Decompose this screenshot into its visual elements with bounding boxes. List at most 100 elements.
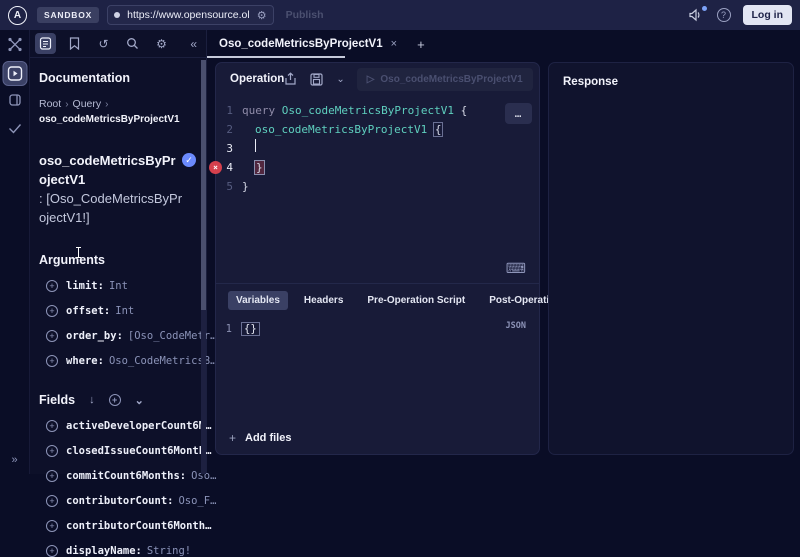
field-row[interactable]: + displayName: String! — [39, 545, 196, 557]
field-row[interactable]: + activeDeveloperCount6M… — [39, 420, 211, 432]
field-name: activeDeveloperCount6M… — [66, 420, 212, 432]
argument-row[interactable]: + order_by: [Oso_CodeMetr… — [39, 330, 216, 342]
add-argument-icon[interactable]: + — [46, 330, 58, 342]
selected-field-type[interactable]: : [Oso_CodeMetricsByProjectV1!] — [39, 189, 189, 227]
documentation-panel: ↺ ⚙ « Documentation Root › Query › oso_code… — [30, 30, 216, 557]
breadcrumb-root[interactable]: Root — [39, 98, 61, 110]
add-field-icon[interactable]: + — [46, 470, 58, 482]
close-tab-icon[interactable]: × — [391, 38, 397, 50]
response-panel: Response — [548, 62, 794, 455]
field-selected-check-icon[interactable]: ✓ — [182, 153, 196, 167]
code-line[interactable]: 2 oso_codeMetricsByProjectV1 { — [216, 120, 539, 139]
settings-gear-icon[interactable]: ⚙ — [151, 33, 172, 54]
endpoint-url-text[interactable]: https://www.opensource.ol — [127, 9, 250, 21]
documentation-tab-icon[interactable] — [35, 33, 56, 54]
save-operation-icon[interactable] — [310, 72, 323, 86]
syntax-error-icon[interactable]: × — [209, 161, 222, 174]
history-icon[interactable]: ↺ — [93, 33, 114, 54]
connection-settings-gear-icon[interactable]: ⚙ — [257, 9, 267, 22]
keyboard-shortcuts-icon[interactable]: ⌨ — [506, 260, 526, 277]
publish-button[interactable]: Publish — [286, 9, 324, 21]
argument-name: limit: — [66, 280, 104, 292]
code-line[interactable]: 3 — [216, 139, 539, 158]
breadcrumb-current: oso_codeMetricsByProjectV1 — [39, 114, 180, 125]
run-play-icon: ▷ — [366, 73, 375, 85]
add-argument-icon[interactable]: + — [46, 280, 58, 292]
add-argument-icon[interactable]: + — [46, 305, 58, 317]
add-field-icon[interactable]: + — [46, 520, 58, 532]
docs-toolbar: ↺ ⚙ « — [30, 30, 206, 58]
breadcrumb-query[interactable]: Query — [73, 98, 102, 110]
variables-editor[interactable]: 1 {} JSON — [216, 316, 539, 342]
argument-type[interactable]: Int — [109, 280, 128, 292]
announcements-icon[interactable] — [688, 6, 707, 22]
error-brace: } — [254, 160, 265, 175]
add-field-icon[interactable]: + — [46, 445, 58, 457]
breadcrumb-separator: › — [65, 99, 69, 110]
bookmark-icon[interactable] — [64, 33, 85, 54]
argument-name: where: — [66, 355, 104, 367]
new-tab-icon[interactable]: + — [417, 37, 425, 52]
add-all-fields-icon[interactable]: + — [108, 394, 121, 406]
argument-name: order_by: — [66, 330, 123, 342]
docs-scrollbar-track[interactable] — [201, 310, 206, 474]
operation-tab[interactable]: Oso_codeMetricsByProjectV1 × — [207, 30, 407, 58]
argument-row[interactable]: + offset: Int — [39, 305, 196, 317]
explorer-icon[interactable] — [2, 61, 27, 86]
schema-icon[interactable] — [8, 93, 22, 107]
search-icon[interactable] — [122, 33, 143, 54]
help-icon[interactable]: ? — [716, 8, 731, 22]
endpoint-url-input[interactable]: https://www.opensource.ol ⚙ — [107, 5, 274, 25]
fields-chevron-down-icon[interactable]: ⌄ — [135, 394, 144, 407]
add-field-icon[interactable]: + — [46, 545, 58, 557]
line-number: 1 — [226, 104, 233, 117]
field-row[interactable]: + commitCount6Months: Oso… — [39, 470, 216, 482]
left-rail: » — [0, 30, 30, 474]
checks-icon[interactable] — [8, 123, 22, 134]
tab-headers[interactable]: Headers — [296, 291, 351, 310]
add-files-button[interactable]: + Add files — [216, 422, 539, 454]
docs-scrollbar[interactable] — [201, 58, 206, 474]
code-line[interactable]: 4 } — [216, 158, 539, 177]
field-type[interactable]: Oso_F… — [178, 495, 216, 507]
field-row[interactable]: + closedIssueCount6Month… — [39, 445, 211, 457]
code-line[interactable]: 1 query Oso_codeMetricsByProjectV1 { — [216, 101, 539, 120]
argument-row[interactable]: + limit: Int — [39, 280, 196, 292]
breadcrumb: Root › Query › oso_codeMetricsByProjectV1 — [39, 97, 196, 127]
selected-field-header: ✓ oso_codeMetricsByProjectV1 : [Oso_Code… — [39, 151, 196, 227]
json-mode-label: JSON — [505, 321, 526, 331]
fields-section-title: Fields ↓ + ⌄ — [39, 393, 144, 407]
tab-variables[interactable]: Variables — [228, 290, 288, 310]
add-argument-icon[interactable]: + — [46, 355, 58, 367]
code-line[interactable]: 5 } — [216, 177, 539, 196]
add-field-icon[interactable]: + — [46, 495, 58, 507]
editor-more-options-button[interactable]: … — [505, 103, 532, 124]
login-button[interactable]: Log in — [742, 5, 792, 25]
add-field-icon[interactable]: + — [46, 420, 58, 432]
collapse-panel-icon[interactable]: « — [190, 37, 197, 51]
sort-fields-icon[interactable]: ↓ — [89, 394, 95, 406]
docs-scrollbar-thumb[interactable] — [201, 60, 206, 310]
variables-json-content[interactable]: {} — [241, 322, 260, 336]
query-editor[interactable]: 1 query Oso_codeMetricsByProjectV1 { 2 o… — [209, 95, 539, 253]
field-row[interactable]: + contributorCount6Month… — [39, 520, 211, 532]
argument-row[interactable]: + where: Oso_CodeMetricsB… — [39, 355, 216, 367]
field-row[interactable]: + contributorCount: Oso_F… — [39, 495, 216, 507]
run-operation-button[interactable]: ▷ Oso_codeMetricsByProjectV1 — [356, 67, 533, 91]
field-type[interactable]: String! — [147, 545, 191, 557]
operation-header: Operation ⌄ ▷ Oso_codeMetricsByProjectV1 — [216, 63, 539, 95]
graph-icon[interactable] — [7, 37, 22, 52]
editor-caret — [255, 139, 256, 152]
save-chevron-down-icon[interactable]: ⌄ — [336, 74, 344, 85]
arguments-section-title: Arguments — [39, 247, 196, 267]
apollo-logo-icon[interactable]: A — [8, 5, 27, 25]
top-bar: A SANDBOX https://www.opensource.ol ⚙ Pu… — [0, 0, 800, 30]
operation-tab-label[interactable]: Oso_codeMetricsByProjectV1 — [219, 38, 383, 50]
argument-type[interactable]: Int — [115, 305, 134, 317]
field-name: contributorCount6Month… — [66, 520, 212, 532]
request-settings-tabs: Variables Headers Pre-Operation Script P… — [216, 283, 618, 316]
tab-pre-operation-script[interactable]: Pre-Operation Script — [359, 291, 473, 310]
selected-field-name: oso_codeMetricsByProjectV1 — [39, 153, 176, 187]
expand-rail-icon[interactable]: » — [11, 454, 17, 466]
share-operation-icon[interactable] — [284, 72, 297, 86]
